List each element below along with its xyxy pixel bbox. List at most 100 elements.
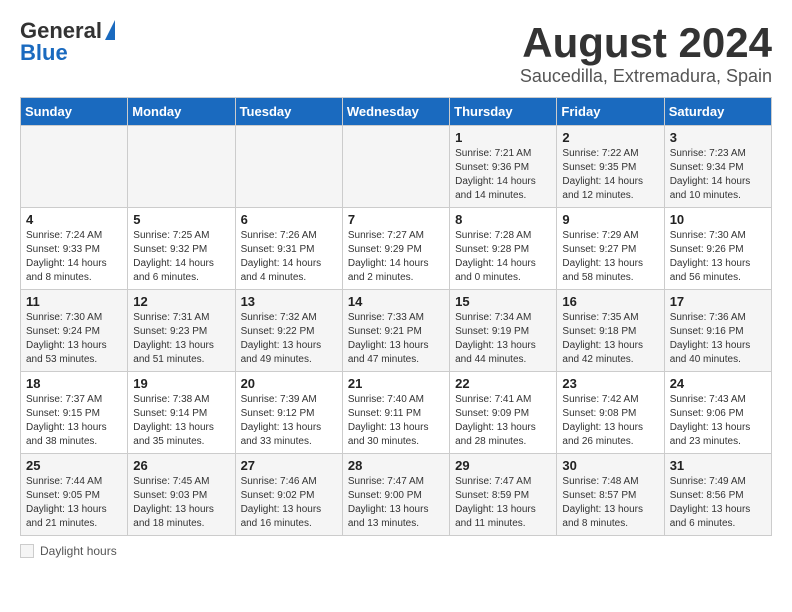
calendar-cell: 11 Sunrise: 7:30 AMSunset: 9:24 PMDayligh… <box>21 290 128 372</box>
header: General Blue August 2024 Saucedilla, Ext… <box>20 20 772 87</box>
calendar-cell: 9 Sunrise: 7:29 AMSunset: 9:27 PMDaylight… <box>557 208 664 290</box>
day-info: Sunrise: 7:24 AMSunset: 9:33 PMDaylight:… <box>26 229 122 285</box>
day-info: Sunrise: 7:49 AMSunset: 8:56 PMDaylight:… <box>670 475 766 531</box>
day-info: Sunrise: 7:33 AMSunset: 9:21 PMDaylight:… <box>348 311 444 367</box>
calendar-cell: 28 Sunrise: 7:47 AMSunset: 9:00 PMDayligh… <box>342 454 449 536</box>
day-info: Sunrise: 7:48 AMSunset: 8:57 PMDaylight:… <box>562 475 658 531</box>
day-number: 6 <box>241 212 337 227</box>
day-number: 16 <box>562 294 658 309</box>
day-number: 19 <box>133 376 229 391</box>
day-number: 5 <box>133 212 229 227</box>
day-number: 24 <box>670 376 766 391</box>
col-header-wednesday: Wednesday <box>342 98 449 126</box>
title-area: August 2024 Saucedilla, Extremadura, Spa… <box>520 20 772 87</box>
calendar-cell: 24 Sunrise: 7:43 AMSunset: 9:06 PMDayligh… <box>664 372 771 454</box>
calendar-cell: 31 Sunrise: 7:49 AMSunset: 8:56 PMDayligh… <box>664 454 771 536</box>
calendar-cell: 23 Sunrise: 7:42 AMSunset: 9:08 PMDayligh… <box>557 372 664 454</box>
calendar-cell: 3 Sunrise: 7:23 AMSunset: 9:34 PMDaylight… <box>664 126 771 208</box>
day-number: 23 <box>562 376 658 391</box>
day-info: Sunrise: 7:32 AMSunset: 9:22 PMDaylight:… <box>241 311 337 367</box>
day-info: Sunrise: 7:22 AMSunset: 9:35 PMDaylight:… <box>562 147 658 203</box>
calendar-cell: 22Sunrise: 7:41 AMSunset: 9:09 PMDayligh… <box>450 372 557 454</box>
day-number: 29 <box>455 458 551 473</box>
day-number: 17 <box>670 294 766 309</box>
day-info: Sunrise: 7:29 AMSunset: 9:27 PMDaylight:… <box>562 229 658 285</box>
col-header-tuesday: Tuesday <box>235 98 342 126</box>
day-info: Sunrise: 7:39 AMSunset: 9:12 PMDaylight:… <box>241 393 337 449</box>
calendar-cell: 17 Sunrise: 7:36 AMSunset: 9:16 PMDayligh… <box>664 290 771 372</box>
day-number: 12 <box>133 294 229 309</box>
logo-triangle-icon <box>105 20 115 40</box>
calendar-cell: 5 Sunrise: 7:25 AMSunset: 9:32 PMDaylight… <box>128 208 235 290</box>
day-number: 3 <box>670 130 766 145</box>
calendar-cell: 4 Sunrise: 7:24 AMSunset: 9:33 PMDaylight… <box>21 208 128 290</box>
calendar-cell: 30Sunrise: 7:48 AMSunset: 8:57 PMDayligh… <box>557 454 664 536</box>
col-header-sunday: Sunday <box>21 98 128 126</box>
calendar-cell <box>235 126 342 208</box>
day-info: Sunrise: 7:47 AMSunset: 8:59 PMDaylight:… <box>455 475 551 531</box>
day-number: 21 <box>348 376 444 391</box>
day-number: 15 <box>455 294 551 309</box>
day-info: Sunrise: 7:37 AMSunset: 9:15 PMDaylight:… <box>26 393 122 449</box>
day-number: 14 <box>348 294 444 309</box>
day-info: Sunrise: 7:28 AMSunset: 9:28 PMDaylight:… <box>455 229 551 285</box>
calendar-cell: 10 Sunrise: 7:30 AMSunset: 9:26 PMDayligh… <box>664 208 771 290</box>
month-title: August 2024 <box>520 20 772 66</box>
day-number: 31 <box>670 458 766 473</box>
calendar-table: SundayMondayTuesdayWednesdayThursdayFrid… <box>20 97 772 536</box>
calendar-cell: 19 Sunrise: 7:38 AMSunset: 9:14 PMDayligh… <box>128 372 235 454</box>
calendar-cell: 8 Sunrise: 7:28 AMSunset: 9:28 PMDaylight… <box>450 208 557 290</box>
calendar-cell <box>342 126 449 208</box>
day-number: 4 <box>26 212 122 227</box>
calendar-cell: 15 Sunrise: 7:34 AMSunset: 9:19 PMDayligh… <box>450 290 557 372</box>
calendar-cell <box>21 126 128 208</box>
logo-blue: Blue <box>20 42 68 64</box>
day-info: Sunrise: 7:43 AMSunset: 9:06 PMDaylight:… <box>670 393 766 449</box>
calendar-cell: 26 Sunrise: 7:45 AMSunset: 9:03 PMDayligh… <box>128 454 235 536</box>
day-number: 10 <box>670 212 766 227</box>
day-number: 9 <box>562 212 658 227</box>
day-number: 28 <box>348 458 444 473</box>
day-info: Sunrise: 7:23 AMSunset: 9:34 PMDaylight:… <box>670 147 766 203</box>
day-info: Sunrise: 7:35 AMSunset: 9:18 PMDaylight:… <box>562 311 658 367</box>
col-header-friday: Friday <box>557 98 664 126</box>
calendar-cell: 18Sunrise: 7:37 AMSunset: 9:15 PMDayligh… <box>21 372 128 454</box>
day-number: 8 <box>455 212 551 227</box>
footer-area: Daylight hours <box>20 544 772 558</box>
day-info: Sunrise: 7:31 AMSunset: 9:23 PMDaylight:… <box>133 311 229 367</box>
logo: General Blue <box>20 20 115 64</box>
day-info: Sunrise: 7:27 AMSunset: 9:29 PMDaylight:… <box>348 229 444 285</box>
calendar-cell: 6 Sunrise: 7:26 AMSunset: 9:31 PMDaylight… <box>235 208 342 290</box>
day-info: Sunrise: 7:30 AMSunset: 9:24 PMDaylight:… <box>26 311 122 367</box>
day-info: Sunrise: 7:47 AMSunset: 9:00 PMDaylight:… <box>348 475 444 531</box>
location-title: Saucedilla, Extremadura, Spain <box>520 66 772 87</box>
col-header-saturday: Saturday <box>664 98 771 126</box>
day-number: 26 <box>133 458 229 473</box>
calendar-cell <box>128 126 235 208</box>
calendar-cell: 27Sunrise: 7:46 AMSunset: 9:02 PMDayligh… <box>235 454 342 536</box>
day-number: 2 <box>562 130 658 145</box>
day-info: Sunrise: 7:42 AMSunset: 9:08 PMDaylight:… <box>562 393 658 449</box>
col-header-thursday: Thursday <box>450 98 557 126</box>
day-info: Sunrise: 7:30 AMSunset: 9:26 PMDaylight:… <box>670 229 766 285</box>
day-number: 27 <box>241 458 337 473</box>
day-info: Sunrise: 7:26 AMSunset: 9:31 PMDaylight:… <box>241 229 337 285</box>
day-number: 11 <box>26 294 122 309</box>
calendar-cell: 1 Sunrise: 7:21 AMSunset: 9:36 PMDaylight… <box>450 126 557 208</box>
calendar-cell: 13 Sunrise: 7:32 AMSunset: 9:22 PMDayligh… <box>235 290 342 372</box>
day-info: Sunrise: 7:40 AMSunset: 9:11 PMDaylight:… <box>348 393 444 449</box>
day-number: 1 <box>455 130 551 145</box>
calendar-cell: 7Sunrise: 7:27 AMSunset: 9:29 PMDaylight… <box>342 208 449 290</box>
daylight-label: Daylight hours <box>40 544 117 558</box>
calendar-cell: 14 Sunrise: 7:33 AMSunset: 9:21 PMDayligh… <box>342 290 449 372</box>
day-number: 13 <box>241 294 337 309</box>
logo-general: General <box>20 20 102 42</box>
day-info: Sunrise: 7:25 AMSunset: 9:32 PMDaylight:… <box>133 229 229 285</box>
day-number: 25 <box>26 458 122 473</box>
calendar-cell: 25Sunrise: 7:44 AMSunset: 9:05 PMDayligh… <box>21 454 128 536</box>
day-info: Sunrise: 7:21 AMSunset: 9:36 PMDaylight:… <box>455 147 551 203</box>
day-info: Sunrise: 7:38 AMSunset: 9:14 PMDaylight:… <box>133 393 229 449</box>
day-info: Sunrise: 7:34 AMSunset: 9:19 PMDaylight:… <box>455 311 551 367</box>
day-info: Sunrise: 7:36 AMSunset: 9:16 PMDaylight:… <box>670 311 766 367</box>
day-info: Sunrise: 7:45 AMSunset: 9:03 PMDaylight:… <box>133 475 229 531</box>
